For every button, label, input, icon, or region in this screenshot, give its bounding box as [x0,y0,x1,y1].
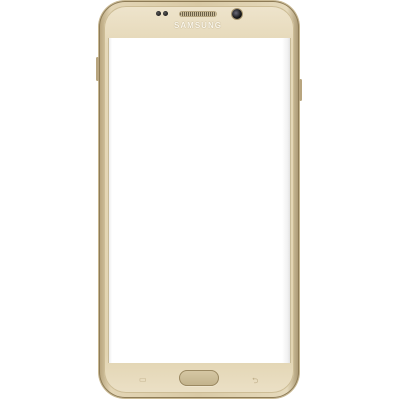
speaker-grille-icon [180,12,216,16]
recent-apps-icon[interactable]: ▭ [139,375,147,384]
screen-edge-left [109,38,112,363]
volume-button[interactable] [96,57,99,81]
power-button[interactable] [299,79,302,101]
back-icon[interactable]: ⮌ [252,375,258,389]
phone-frame: SAMSUNG ▭ ⮌ [96,1,302,398]
screen[interactable] [108,38,291,363]
proximity-sensor-icon [156,11,161,16]
camera-icon [232,9,242,19]
home-button[interactable] [179,370,219,386]
light-sensor-icon [163,11,168,16]
screen-edge-right [282,38,290,363]
brand-logo: SAMSUNG [174,21,222,30]
